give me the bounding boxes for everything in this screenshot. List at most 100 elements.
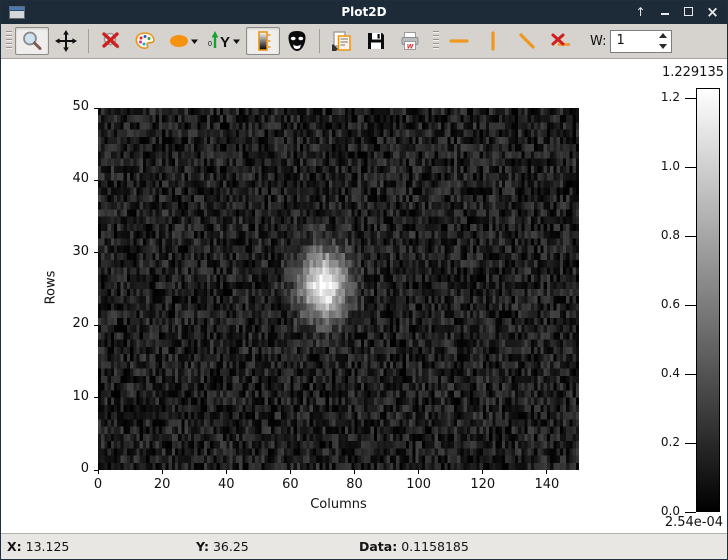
x-axis-tick-label: 0 [78, 477, 118, 492]
colorbar-max-label: 1.229135 [662, 65, 724, 80]
title-bar: Plot2D ↑ × [1, 1, 727, 24]
save-button[interactable] [359, 27, 393, 55]
colorbar-tick-label: 0.8 [632, 228, 680, 242]
profile-width-spinbox[interactable]: 1 [610, 30, 672, 53]
window-title: Plot2D [1, 1, 727, 24]
window-controls: ↑ × [634, 1, 719, 24]
colorbar-tick [685, 443, 696, 444]
colorbar-tick [685, 374, 696, 375]
horizontal-line-icon [447, 29, 471, 53]
cursor-x-readout: X: 13.125 [7, 539, 69, 554]
x-axis-tick-label: 20 [142, 477, 182, 492]
magnifier-icon [20, 29, 44, 53]
status-bar: X: 13.125 Y: 36.25 Data:0.1158185 [1, 533, 727, 559]
maximize-button[interactable] [682, 1, 695, 24]
colorbar-tick [685, 98, 696, 99]
svg-text:Y: Y [220, 34, 230, 51]
x-axis-tick-label: 140 [527, 477, 567, 492]
minimize-icon [661, 13, 669, 15]
profile-toolbar-drag-handle[interactable] [433, 31, 439, 51]
spinbox-buttons [654, 31, 671, 52]
shade-button[interactable]: ↑ [634, 1, 647, 24]
toolbar-drag-handle[interactable] [6, 31, 12, 51]
spin-up-button[interactable] [654, 31, 671, 42]
pan-arrows-icon [54, 29, 78, 53]
mask-tools-button[interactable] [280, 27, 314, 55]
colorbar-toggle-button[interactable] [246, 27, 280, 55]
x-axis-tick-label: 40 [206, 477, 246, 492]
plot-area: 020406080100120140010203040500.00.20.40.… [1, 59, 727, 533]
zoom-mode-button[interactable] [15, 27, 49, 55]
y-axis-orientation-button[interactable]: 0Y [204, 27, 246, 55]
x-axis-tick-label: 80 [335, 477, 375, 492]
x-label: X: [7, 539, 22, 554]
profile-width-label: W: [590, 34, 606, 49]
spin-down-button[interactable] [654, 41, 671, 52]
red-x-line-icon [549, 29, 573, 53]
x-axis-tick-label: 120 [463, 477, 503, 492]
y-axis-tick [94, 397, 98, 398]
diagonal-line-icon [515, 29, 539, 53]
colorbar-gradient[interactable] [696, 88, 720, 512]
x-axis-tick [162, 470, 163, 474]
pan-mode-button[interactable] [49, 27, 83, 55]
floppy-disk-icon [364, 29, 388, 53]
print-button[interactable]: w [393, 27, 427, 55]
y-value: 36.25 [213, 539, 249, 554]
x-axis-tick-label: 100 [399, 477, 439, 492]
reset-zoom-button[interactable] [94, 27, 128, 55]
heatmap-image[interactable] [98, 108, 579, 470]
x-axis-tick [290, 470, 291, 474]
window-icon-stripe [10, 7, 24, 11]
x-axis-label: Columns [98, 497, 579, 512]
profile-horizontal-button[interactable] [442, 27, 476, 55]
colormap-button[interactable] [128, 27, 162, 55]
x-axis-tick [546, 470, 547, 474]
aggregation-mode-button[interactable] [162, 27, 204, 55]
spin-up-icon [659, 33, 667, 38]
svg-text:w: w [407, 42, 414, 51]
colorbar-tick-label: 0.2 [632, 435, 680, 449]
y-label: Y: [196, 539, 209, 554]
vertical-line-icon [481, 29, 505, 53]
colorbar-tick-label: 1.0 [632, 159, 680, 173]
svg-text:0: 0 [208, 41, 212, 48]
x-axis-tick [482, 470, 483, 474]
y-axis-label: Rows [44, 107, 59, 469]
y-axis-tick [94, 325, 98, 326]
colorbar-min-label: 2.54e-04 [665, 515, 723, 530]
colorbar-tick [685, 512, 696, 513]
profile-vertical-button[interactable] [476, 27, 510, 55]
data-label: Data: [359, 539, 397, 554]
colorbar-tick-label: 0.4 [632, 366, 680, 380]
y-axis-tick [94, 108, 98, 109]
profile-free-line-button[interactable] [510, 27, 544, 55]
cursor-data-readout: Data:0.1158185 [359, 539, 469, 554]
colorbar-tick [685, 305, 696, 306]
copy-button[interactable] [325, 27, 359, 55]
gradient-bar-icon [251, 29, 275, 53]
x-axis-tick [98, 470, 99, 474]
y-axis-tick [94, 252, 98, 253]
x-value: 13.125 [26, 539, 70, 554]
close-button[interactable]: × [706, 1, 719, 24]
profile-clear-button[interactable] [544, 27, 578, 55]
mask-icon [285, 29, 309, 53]
plot2d-window: Plot2D ↑ × 0Y [0, 0, 728, 560]
toolbar-separator [88, 29, 89, 53]
y-axis-tick [94, 470, 98, 471]
toolbar: 0Y w W: 1 [1, 24, 727, 59]
x-axis-tick-label: 60 [270, 477, 310, 492]
palette-icon [133, 29, 157, 53]
colorbar-tick-label: 0.6 [632, 297, 680, 311]
minimize-button[interactable] [658, 1, 671, 24]
toolbar-separator [319, 29, 320, 53]
window-menu-icon[interactable] [9, 6, 25, 19]
x-axis-tick [418, 470, 419, 474]
spin-down-icon [659, 44, 667, 49]
profile-width-value[interactable]: 1 [611, 31, 654, 52]
x-axis-tick [354, 470, 355, 474]
magnifier-red-x-icon [99, 29, 123, 53]
y-axis-up-arrow-dropdown-icon: 0Y [207, 29, 243, 53]
maximize-icon [684, 7, 693, 16]
